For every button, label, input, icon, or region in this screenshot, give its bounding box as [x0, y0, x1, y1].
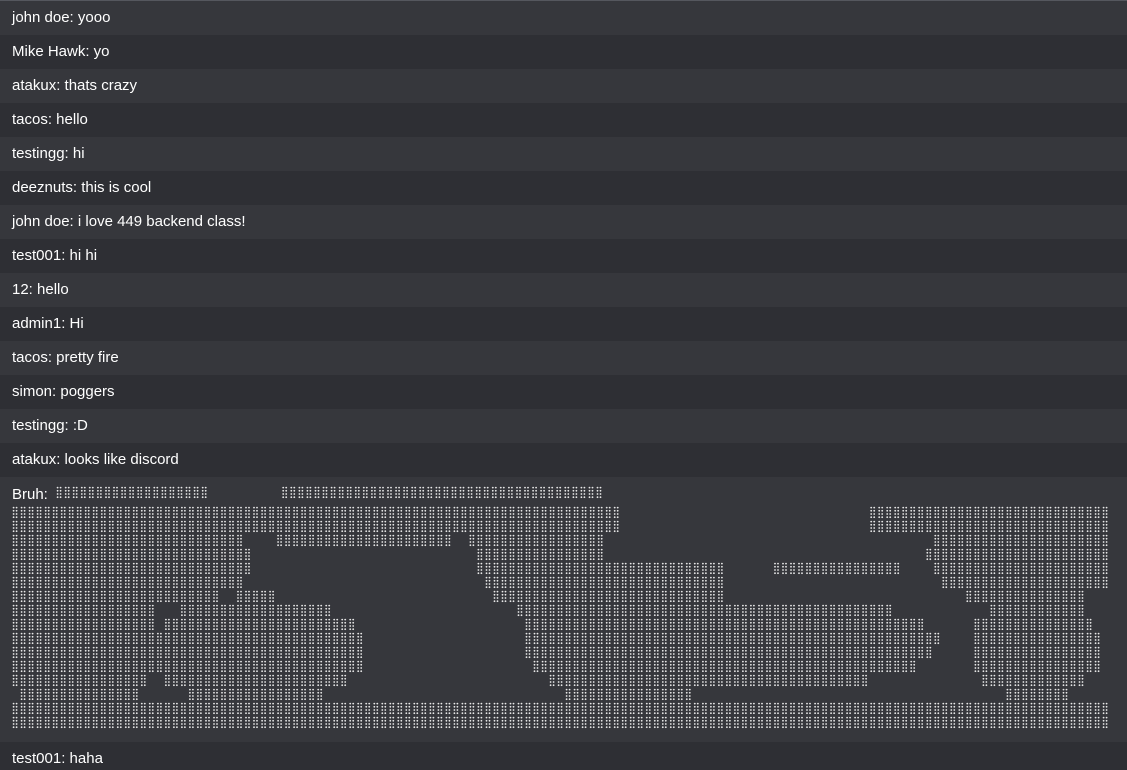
- chat-message: deeznuts: this is cool: [0, 171, 1127, 205]
- chat-message: john doe: i love 449 backend class!: [0, 205, 1127, 239]
- chat-message: test001: haha: [0, 742, 1127, 770]
- message-text: atakux: looks like discord: [12, 451, 179, 468]
- message-text: testingg: hi: [12, 145, 85, 162]
- chat-message: testingg: :D: [0, 409, 1127, 443]
- chat-message: test001: hi hi: [0, 239, 1127, 273]
- message-text: deeznuts: this is cool: [12, 179, 152, 196]
- chat-message: admin1: Hi: [0, 307, 1127, 341]
- message-author: Bruh:: [12, 486, 48, 503]
- chat-message: simon: poggers: [0, 375, 1127, 409]
- braille-world-map-art: [12, 506, 1108, 729]
- chat-message: tacos: hello: [0, 103, 1127, 137]
- chat-message: 12: hello: [0, 273, 1127, 307]
- message-text: tacos: hello: [12, 111, 88, 128]
- message-text: 12: hello: [12, 281, 69, 298]
- message-text: john doe: i love 449 backend class!: [12, 213, 246, 230]
- message-text: atakux: thats crazy: [12, 77, 138, 94]
- message-text: test001: haha: [12, 750, 103, 767]
- chat-message: atakux: looks like discord: [0, 443, 1127, 477]
- message-text: testingg: :D: [12, 417, 88, 434]
- message-text: Mike Hawk: yo: [12, 43, 110, 60]
- chat-message: testingg: hi: [0, 137, 1127, 171]
- chat-message: john doe: yooo: [0, 1, 1127, 35]
- chat-message-ascii-art: Bruh:: [0, 477, 1127, 742]
- message-text: john doe: yooo: [12, 9, 111, 26]
- message-text: admin1: Hi: [12, 315, 84, 332]
- chat-message: tacos: pretty fire: [0, 341, 1127, 375]
- chat-message: Mike Hawk: yo: [0, 35, 1127, 69]
- chat-message-list[interactable]: john doe: yooo Mike Hawk: yo atakux: tha…: [0, 0, 1127, 770]
- message-text: simon: poggers: [12, 383, 115, 400]
- chat-message: atakux: thats crazy: [0, 69, 1127, 103]
- braille-art-first-line: [56, 486, 602, 499]
- message-text: tacos: pretty fire: [12, 349, 119, 366]
- message-text: test001: hi hi: [12, 247, 98, 264]
